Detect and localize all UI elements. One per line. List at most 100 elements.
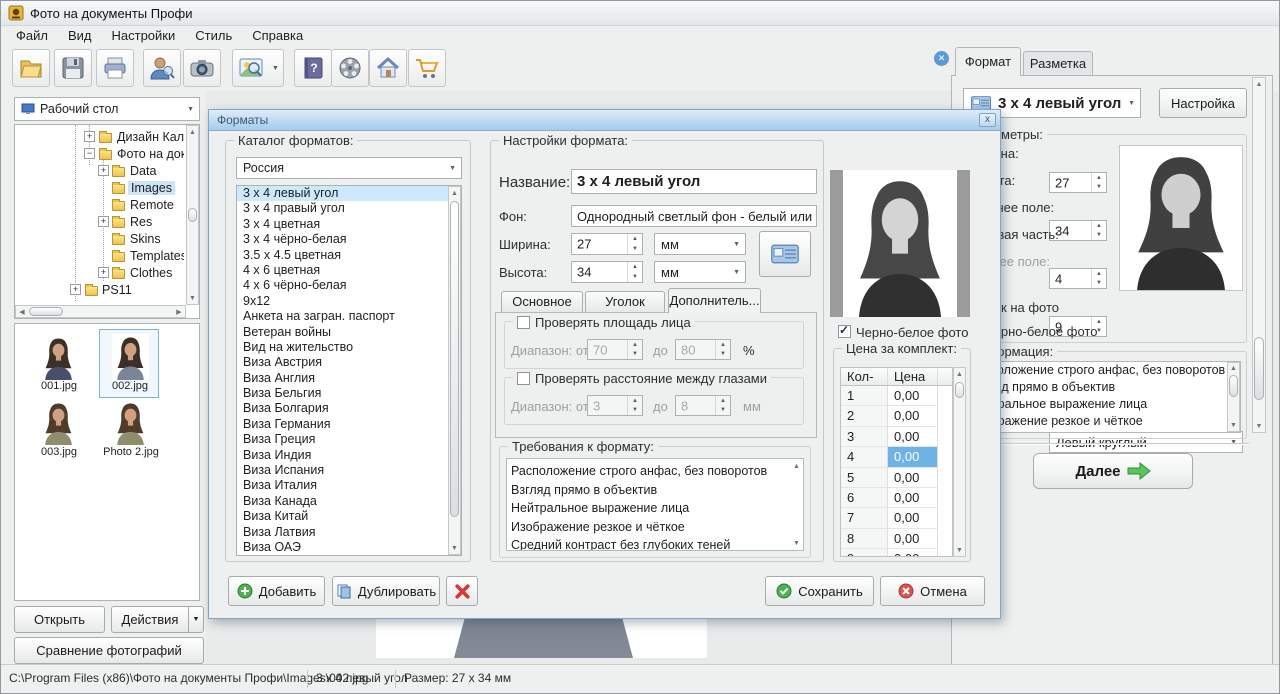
format-item[interactable]: Виза Англия (237, 371, 461, 386)
price-table-scrollbar[interactable]: ▲ ▼ (953, 367, 966, 557)
actions-dropdown[interactable]: ▼ (189, 606, 204, 633)
expand-icon[interactable]: + (84, 131, 95, 142)
scroll-up-icon[interactable]: ▲ (954, 368, 965, 380)
table-row[interactable]: 10,00 (841, 386, 952, 406)
price-cell[interactable]: 0,00 (888, 468, 938, 488)
spin-down-icon[interactable]: ▼ (628, 272, 642, 282)
location-combo[interactable]: Рабочий стол ▼ (14, 97, 200, 121)
cancel-button[interactable]: Отмена (880, 576, 985, 606)
tree-item[interactable]: Remote (15, 197, 184, 214)
dialog-close-button[interactable]: x (979, 113, 996, 127)
format-item[interactable]: 4 х 6 цветная (237, 263, 461, 278)
spin-down-icon[interactable]: ▼ (1092, 231, 1106, 241)
collapse-icon[interactable]: − (84, 148, 95, 159)
background-input[interactable]: Однородный светлый фон - белый или све (571, 205, 817, 227)
home-button[interactable] (369, 49, 407, 87)
scroll-down-icon[interactable]: ▼ (790, 538, 803, 548)
table-row[interactable]: 90,00 (841, 549, 952, 557)
format-item[interactable]: Ветеран войны (237, 325, 461, 340)
tree-vertical-scrollbar[interactable]: ▲ ▼ (186, 125, 199, 305)
tab-format[interactable]: Формат (955, 47, 1021, 76)
format-item[interactable]: Виза Бельгия (237, 386, 461, 401)
format-item[interactable]: 4 х 6 чёрно-белая (237, 278, 461, 293)
spin-up-icon[interactable]: ▲ (1092, 221, 1106, 231)
view-mode-button[interactable] (232, 49, 270, 87)
menu-help[interactable]: Справка (243, 26, 312, 45)
format-item[interactable]: 3 х 4 цветная (237, 217, 461, 232)
width-spinner[interactable]: 27▲▼ (571, 233, 643, 255)
client-button[interactable] (143, 49, 181, 87)
scroll-up-icon[interactable]: ▲ (449, 187, 460, 199)
scrollbar-thumb[interactable] (1254, 337, 1264, 400)
table-row[interactable]: 80,00 (841, 529, 952, 549)
info-scrollbar[interactable]: ▲ ▼ (1227, 362, 1240, 432)
tree-item-selected[interactable]: Images (15, 180, 184, 197)
tree-item[interactable]: Templates (15, 248, 184, 265)
thumbnail-label[interactable]: Photo 2.jpg (96, 446, 166, 458)
scroll-up-icon[interactable]: ▲ (187, 126, 198, 138)
tree-item[interactable]: +Res (15, 214, 184, 231)
scroll-down-icon[interactable]: ▼ (954, 544, 965, 556)
table-row[interactable]: 60,00 (841, 488, 952, 508)
spin-down-icon[interactable]: ▼ (1092, 183, 1106, 193)
scroll-up-icon[interactable]: ▲ (790, 461, 803, 471)
format-item[interactable]: 3 х 4 правый угол (237, 201, 461, 216)
height-spinner[interactable]: 34▲▼ (571, 261, 643, 283)
thumbnail-label[interactable]: 003.jpg (24, 446, 94, 458)
format-item[interactable]: Виза Испания (237, 463, 461, 478)
scrollbar-thumb[interactable] (188, 208, 197, 222)
format-settings-button[interactable]: Настройка (1159, 88, 1247, 118)
tab-layout[interactable]: Разметка (1023, 51, 1093, 76)
format-item[interactable]: 9х12 (237, 294, 461, 309)
add-format-button[interactable]: Добавить (228, 576, 325, 606)
qty-cell[interactable]: 8 (841, 529, 888, 549)
dialog-bw-checkbox[interactable] (838, 325, 851, 338)
table-row[interactable]: 50,00 (841, 468, 952, 488)
format-item[interactable]: Вид на жительство (237, 340, 461, 355)
price-cell[interactable]: 0,00 (888, 529, 938, 549)
card-preview-button[interactable] (759, 231, 811, 277)
open-button[interactable] (12, 49, 50, 87)
tree-item[interactable]: +Дизайн Кале (15, 129, 184, 146)
format-item[interactable]: Виза Италия (237, 478, 461, 493)
scroll-up-icon[interactable]: ▲ (1228, 363, 1239, 374)
format-item[interactable]: Виза Канада (237, 494, 461, 509)
format-item[interactable]: Виза Австрия (237, 355, 461, 370)
next-button[interactable]: Далее (1033, 453, 1193, 489)
table-row[interactable]: 30,00 (841, 427, 952, 447)
scroll-up-icon[interactable]: ▲ (1253, 78, 1265, 90)
expand-icon[interactable]: + (98, 267, 109, 278)
scroll-down-icon[interactable]: ▼ (187, 292, 198, 304)
shop-button[interactable] (408, 49, 446, 87)
help-button[interactable]: ? (294, 49, 332, 87)
qty-cell[interactable]: 5 (841, 468, 888, 488)
qty-cell[interactable]: 3 (841, 427, 888, 447)
format-item[interactable]: Виза Германия (237, 417, 461, 432)
spin-up-icon[interactable]: ▲ (628, 262, 642, 272)
camera-button[interactable] (183, 49, 221, 87)
country-combo[interactable]: Россия▼ (236, 157, 462, 179)
format-item[interactable]: Виза Латвия (237, 525, 461, 540)
open-photo-button[interactable]: Открыть (14, 606, 105, 633)
qty-cell[interactable]: 6 (841, 488, 888, 508)
table-row[interactable]: 70,00 (841, 508, 952, 528)
scroll-down-icon[interactable]: ▼ (449, 542, 460, 554)
scroll-down-icon[interactable]: ▼ (1228, 420, 1239, 431)
rp-top-margin-spinner[interactable]: 4▲▼ (1049, 268, 1107, 289)
formats-list[interactable]: 3 х 4 левый угол 3 х 4 правый угол 3 х 4… (236, 185, 462, 556)
tab-main[interactable]: Основное (501, 291, 583, 313)
table-row[interactable]: 20,00 (841, 406, 952, 426)
right-panel-scrollbar[interactable]: ▲ ▼ (1252, 77, 1266, 433)
price-cell-selected[interactable]: 0,00 (888, 447, 938, 467)
scroll-right-icon[interactable]: ▶ (173, 306, 185, 317)
thumbnail-image-selected[interactable] (112, 334, 149, 380)
folder-tree[interactable]: +Дизайн Кале −Фото на доку +Data Images … (14, 124, 200, 319)
price-cell[interactable]: 0,00 (888, 549, 938, 557)
width-unit-combo[interactable]: мм▼ (654, 233, 746, 255)
scroll-down-icon[interactable]: ▼ (1253, 420, 1265, 432)
name-input[interactable]: 3 х 4 левый угол (571, 169, 817, 194)
duplicate-format-button[interactable]: Дублировать (332, 576, 440, 606)
eyes-distance-checkbox[interactable] (517, 372, 530, 385)
height-unit-combo[interactable]: мм▼ (654, 261, 746, 283)
price-cell[interactable]: 0,00 (888, 488, 938, 508)
